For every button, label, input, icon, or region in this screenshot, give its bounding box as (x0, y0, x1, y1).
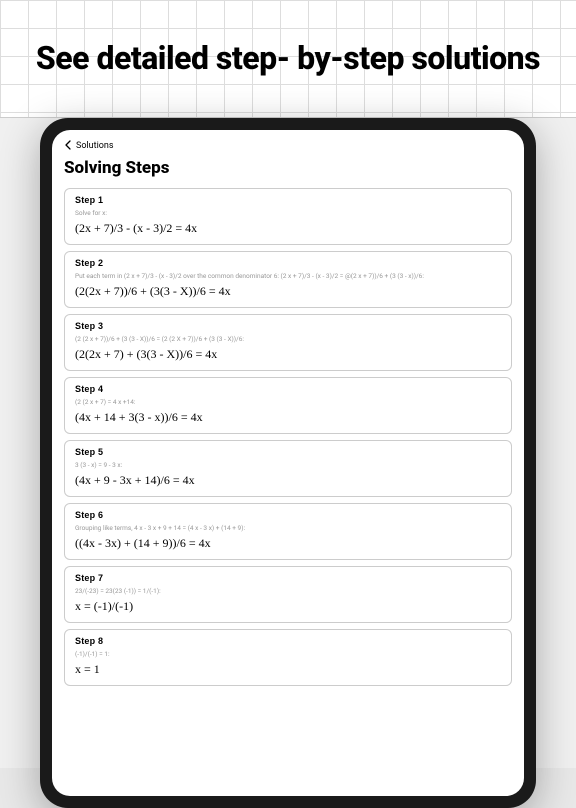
step-card: Step 8 (-1)/(-1) = 1: x = 1 (64, 629, 512, 686)
step-label: Step 6 (75, 510, 501, 520)
step-expression: (4x + 14 + 3(3 - x))/6 = 4x (75, 410, 501, 425)
step-hint: Put each term in (2 x + 7)/3 - (x - 3)/2… (75, 272, 501, 280)
step-card: Step 2 Put each term in (2 x + 7)/3 - (x… (64, 251, 512, 308)
step-hint: Solve for x: (75, 209, 501, 217)
step-card: Step 3 (2 (2 x + 7))/6 + (3 (3 - X))/6 =… (64, 314, 512, 371)
hero-title: See detailed step- by-step solutions (36, 41, 540, 76)
step-hint: Grouping like terms, 4 x - 3 x + 9 + 14 … (75, 524, 501, 532)
step-hint: 3 (3 - x) = 9 - 3 x: (75, 461, 501, 469)
step-label: Step 3 (75, 321, 501, 331)
back-button[interactable]: Solutions (64, 140, 512, 152)
step-label: Step 1 (75, 195, 501, 205)
step-expression: x = 1 (75, 662, 501, 677)
step-label: Step 4 (75, 384, 501, 394)
chevron-left-icon (64, 140, 72, 152)
device-frame: Solutions Solving Steps Step 1 Solve for… (40, 118, 536, 808)
back-label: Solutions (76, 141, 114, 151)
step-card: Step 6 Grouping like terms, 4 x - 3 x + … (64, 503, 512, 560)
step-label: Step 8 (75, 636, 501, 646)
step-card: Step 7 23/(-23) = 23(23 (-1)) = 1/(-1): … (64, 566, 512, 623)
step-hint: (2 (2 x + 7))/6 + (3 (3 - X))/6 = (2 (2 … (75, 335, 501, 343)
step-expression: (2x + 7)/3 - (x - 3)/2 = 4x (75, 221, 501, 236)
page-title: Solving Steps (64, 158, 512, 178)
step-card: Step 1 Solve for x: (2x + 7)/3 - (x - 3)… (64, 188, 512, 245)
step-label: Step 5 (75, 447, 501, 457)
step-hint: (-1)/(-1) = 1: (75, 650, 501, 658)
hero-banner: See detailed step- by-step solutions (0, 0, 576, 118)
step-hint: 23/(-23) = 23(23 (-1)) = 1/(-1): (75, 587, 501, 595)
step-expression: (2(2x + 7))/6 + (3(3 - X))/6 = 4x (75, 284, 501, 299)
step-expression: (4x + 9 - 3x + 14)/6 = 4x (75, 473, 501, 488)
step-expression: x = (-1)/(-1) (75, 599, 501, 614)
app-screen: Solutions Solving Steps Step 1 Solve for… (52, 130, 524, 796)
step-expression: ((4x - 3x) + (14 + 9))/6 = 4x (75, 536, 501, 551)
step-label: Step 7 (75, 573, 501, 583)
step-label: Step 2 (75, 258, 501, 268)
step-card: Step 4 (2 (2 x + 7) = 4 x +14: (4x + 14 … (64, 377, 512, 434)
step-expression: (2(2x + 7) + (3(3 - X))/6 = 4x (75, 347, 501, 362)
step-card: Step 5 3 (3 - x) = 9 - 3 x: (4x + 9 - 3x… (64, 440, 512, 497)
step-hint: (2 (2 x + 7) = 4 x +14: (75, 398, 501, 406)
